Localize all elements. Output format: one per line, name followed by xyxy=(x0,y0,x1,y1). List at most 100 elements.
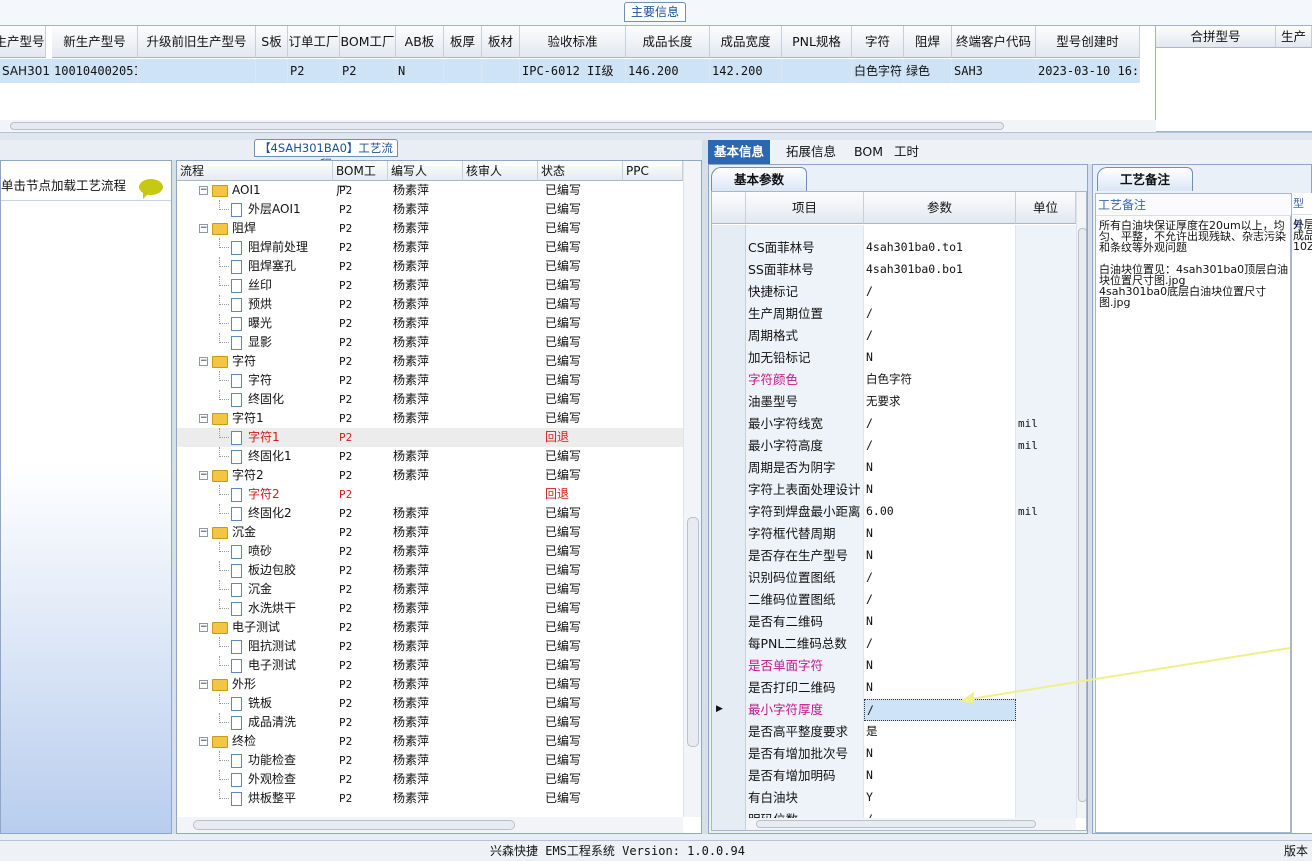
param-unit-cell[interactable] xyxy=(1016,347,1076,369)
param-value-cell[interactable]: N xyxy=(864,523,1016,545)
tree-row[interactable]: − 沉金 P2 杨素萍 已编写 xyxy=(177,523,683,542)
param-name-cell[interactable]: 周期格式 xyxy=(746,325,864,347)
tab-bom[interactable]: BOM xyxy=(848,140,889,164)
param-name-cell[interactable]: CS面菲林号 xyxy=(746,237,864,259)
tree-row[interactable]: − 外形 P2 杨素萍 已编写 xyxy=(177,675,683,694)
param-name-cell[interactable]: 最小字符线宽 xyxy=(746,413,864,435)
param-unit-cell[interactable] xyxy=(1016,457,1076,479)
param-unit-cell[interactable] xyxy=(1016,237,1076,259)
param-row[interactable]: 最小字符高度 / mil xyxy=(712,435,1076,457)
process-header-cell[interactable]: 流程 xyxy=(177,161,333,181)
top-header-cell[interactable]: 订单工厂 xyxy=(288,26,340,58)
param-unit-cell[interactable]: mil xyxy=(1016,413,1076,435)
top-row-cell[interactable] xyxy=(482,59,520,83)
param-name-cell[interactable]: 是否单面字符 xyxy=(746,655,864,677)
top-row-cell[interactable]: 10010400205184 xyxy=(52,59,138,83)
tree-node[interactable]: 喷砂 xyxy=(231,542,272,561)
process-header-cell[interactable]: 编写人 xyxy=(388,161,463,181)
param-unit-header[interactable]: 单位 xyxy=(1016,192,1076,224)
top-header-cell[interactable]: S板 xyxy=(256,26,288,58)
param-name-cell[interactable]: 最小字符厚度 xyxy=(746,699,864,721)
param-value-cell[interactable]: N xyxy=(864,479,1016,501)
param-row[interactable]: 加无铅标记 N xyxy=(712,347,1076,369)
tree-node[interactable]: − 外形 xyxy=(199,675,256,694)
param-value-cell[interactable]: Y xyxy=(864,787,1016,809)
param-name-cell[interactable]: 最小字符高度 xyxy=(746,435,864,457)
param-value-cell[interactable]: / xyxy=(864,325,1016,347)
param-value-cell[interactable]: N xyxy=(864,545,1016,567)
tree-node[interactable]: 丝印 xyxy=(231,276,272,295)
param-value-header[interactable]: 参数 xyxy=(864,192,1016,224)
param-row[interactable]: 有白油块 Y xyxy=(712,787,1076,809)
top-row-cell[interactable] xyxy=(782,59,852,83)
param-row[interactable]: 是否有增加批次号 N xyxy=(712,743,1076,765)
param-name-cell[interactable]: 是否有二维码 xyxy=(746,611,864,633)
param-row[interactable]: 生产周期位置 / xyxy=(712,303,1076,325)
tree-node[interactable]: − 字符1 xyxy=(199,409,264,428)
tree-node[interactable]: 成品清洗 xyxy=(231,713,296,732)
collapse-toggle-icon[interactable]: − xyxy=(199,357,208,366)
param-unit-cell[interactable] xyxy=(1016,479,1076,501)
param-unit-cell[interactable] xyxy=(1016,589,1076,611)
top-header-cell[interactable]: 板材 xyxy=(482,26,520,58)
param-row[interactable]: 是否高平整度要求是 xyxy=(712,721,1076,743)
top-row-cell[interactable]: 142.200 xyxy=(710,59,782,83)
tree-node[interactable]: 阻焊前处理 xyxy=(231,238,308,257)
param-value-cell[interactable]: / xyxy=(864,413,1016,435)
tree-row[interactable]: − 阻焊 P2 杨素萍 已编写 xyxy=(177,219,683,238)
param-value-cell[interactable]: 4sah301ba0.bo1 xyxy=(864,259,1016,281)
tree-row[interactable]: 阻焊塞孔 P2 杨素萍 已编写 xyxy=(177,257,683,276)
tree-node[interactable]: 烘板整平 xyxy=(231,789,296,808)
param-row[interactable]: 二维码位置图纸 / xyxy=(712,589,1076,611)
tree-node[interactable]: 电子测试 xyxy=(231,656,296,675)
param-name-cell[interactable]: 字符上表面处理设计 xyxy=(746,479,864,501)
top-header-cell[interactable]: 成品宽度 xyxy=(710,26,782,58)
collapse-toggle-icon[interactable]: − xyxy=(199,528,208,537)
param-hscroll[interactable] xyxy=(746,818,1076,830)
param-row[interactable]: 最小字符线宽 / mil xyxy=(712,413,1076,435)
param-name-cell[interactable]: 二维码位置图纸 xyxy=(746,589,864,611)
tree-row[interactable]: 功能检查 P2 杨素萍 已编写 xyxy=(177,751,683,770)
param-row[interactable]: 是否存在生产型号 N xyxy=(712,545,1076,567)
tree-row[interactable]: 终固化2 P2 杨素萍 已编写 xyxy=(177,504,683,523)
merge-model-header[interactable]: 合拼型号 xyxy=(1156,26,1276,48)
param-value-cell[interactable]: N xyxy=(864,457,1016,479)
tree-row[interactable]: 丝印 P2 杨素萍 已编写 xyxy=(177,276,683,295)
param-row[interactable]: 周期格式 / xyxy=(712,325,1076,347)
tree-row[interactable]: 板边包胶 P2 杨素萍 已编写 xyxy=(177,561,683,580)
tree-node[interactable]: 沉金 xyxy=(231,580,272,599)
tree-row[interactable]: − 字符2 P2 杨素萍 已编写 xyxy=(177,466,683,485)
param-row[interactable]: 字符到焊盘最小距离 6.00 mil xyxy=(712,501,1076,523)
top-row-cell[interactable]: SAH301BA0 xyxy=(0,59,52,83)
param-name-cell[interactable]: 识别码位置图纸 xyxy=(746,567,864,589)
param-unit-cell[interactable] xyxy=(1016,303,1076,325)
param-row[interactable]: 周期是否为阴字 N xyxy=(712,457,1076,479)
param-unit-cell[interactable] xyxy=(1016,523,1076,545)
param-row[interactable]: 识别码位置图纸 / xyxy=(712,567,1076,589)
param-row[interactable]: 字符框代替周期 N xyxy=(712,523,1076,545)
tree-row[interactable]: 字符1 P2 回退 xyxy=(177,428,683,447)
tree-node[interactable]: 功能检查 xyxy=(231,751,296,770)
param-row[interactable]: 油墨型号 无要求 xyxy=(712,391,1076,413)
process-header-cell[interactable]: 核审人 xyxy=(463,161,538,181)
param-unit-cell[interactable] xyxy=(1016,281,1076,303)
tree-node[interactable]: 阻抗测试 xyxy=(231,637,296,656)
collapse-toggle-icon[interactable]: − xyxy=(199,414,208,423)
tree-node[interactable]: 外观检查 xyxy=(231,770,296,789)
scroll-thumb[interactable] xyxy=(193,820,515,830)
top-row-cell[interactable]: 白色字符 xyxy=(852,59,904,83)
top-header-cell[interactable]: 升级前旧生产型号 xyxy=(138,26,256,58)
tree-row[interactable]: 烘板整平 P2 杨素萍 已编写 xyxy=(177,789,683,808)
tree-row[interactable]: 电子测试 P2 杨素萍 已编写 xyxy=(177,656,683,675)
collapse-toggle-icon[interactable]: − xyxy=(199,471,208,480)
param-unit-cell[interactable] xyxy=(1016,369,1076,391)
tree-node[interactable]: − 字符 xyxy=(199,352,256,371)
tree-node[interactable]: 字符2 xyxy=(231,485,280,504)
param-name-cell[interactable]: 有白油块 xyxy=(746,787,864,809)
param-unit-cell[interactable] xyxy=(1016,567,1076,589)
param-unit-cell[interactable]: mil xyxy=(1016,501,1076,523)
tree-row[interactable]: 铣板 P2 杨素萍 已编写 xyxy=(177,694,683,713)
main-info-tab[interactable]: 主要信息 xyxy=(624,2,686,22)
tree-node[interactable]: 终固化 xyxy=(231,390,284,409)
tree-node[interactable]: 阻焊塞孔 xyxy=(231,257,296,276)
